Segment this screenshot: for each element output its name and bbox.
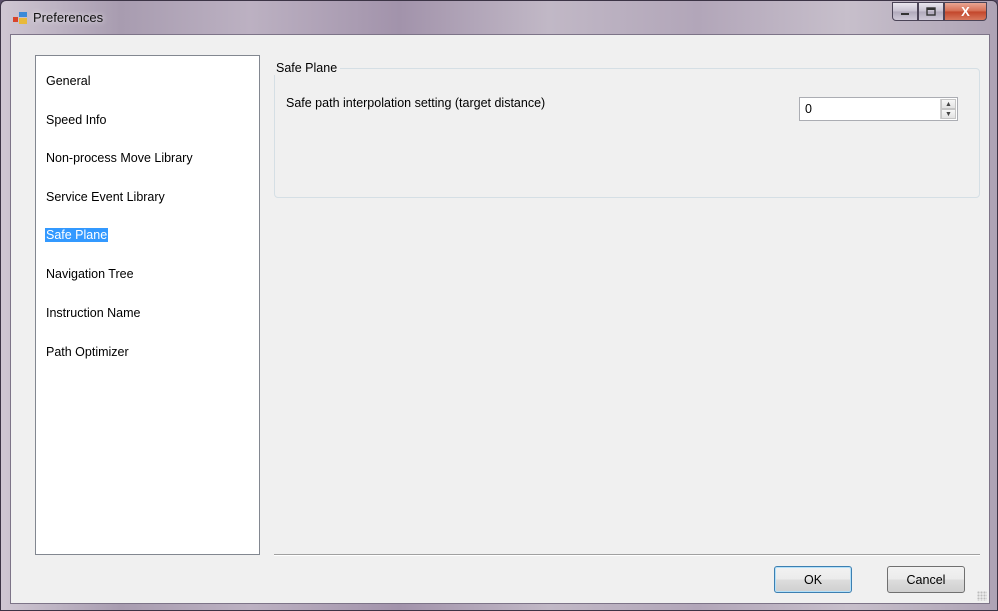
ok-button[interactable]: OK bbox=[774, 566, 852, 593]
stepper-value[interactable]: 0 bbox=[805, 102, 812, 116]
maximize-button[interactable] bbox=[918, 2, 944, 21]
stepper-spin-buttons: ▲ ▼ bbox=[940, 99, 956, 119]
sidebar-item-general[interactable]: General bbox=[45, 74, 91, 88]
preferences-category-list[interactable]: General Speed Info Non-process Move Libr… bbox=[35, 55, 260, 555]
title-bar[interactable]: Preferences X bbox=[1, 1, 997, 35]
dialog-client-area: General Speed Info Non-process Move Libr… bbox=[10, 34, 990, 604]
caption-buttons: X bbox=[892, 2, 987, 22]
close-icon: X bbox=[961, 4, 970, 19]
sidebar-item-speed-info[interactable]: Speed Info bbox=[45, 113, 107, 127]
sidebar-item-instruction-name[interactable]: Instruction Name bbox=[45, 306, 141, 320]
sidebar-item-safe-plane[interactable]: Safe Plane bbox=[45, 228, 109, 242]
minimize-icon bbox=[901, 12, 909, 15]
groupbox-title: Safe Plane bbox=[273, 61, 341, 75]
minimize-button[interactable] bbox=[892, 2, 918, 21]
safe-path-interpolation-label: Safe path interpolation setting (target … bbox=[286, 96, 546, 110]
sidebar-item-navigation-tree[interactable]: Navigation Tree bbox=[45, 267, 135, 281]
safe-plane-groupbox bbox=[274, 68, 980, 198]
resize-grip-icon[interactable] bbox=[977, 591, 987, 601]
arrow-down-icon: ▼ bbox=[945, 110, 952, 118]
decrement-button[interactable]: ▼ bbox=[941, 109, 956, 119]
sidebar-item-non-process-move-library[interactable]: Non-process Move Library bbox=[45, 151, 194, 165]
cancel-button[interactable]: Cancel bbox=[887, 566, 965, 593]
sidebar-item-service-event-library[interactable]: Service Event Library bbox=[45, 190, 166, 204]
safe-path-interpolation-stepper[interactable]: 0 ▲ ▼ bbox=[799, 97, 958, 121]
increment-button[interactable]: ▲ bbox=[941, 99, 956, 109]
footer-separator bbox=[274, 554, 980, 556]
arrow-up-icon: ▲ bbox=[945, 100, 952, 108]
preferences-app-icon bbox=[13, 12, 27, 24]
maximize-icon bbox=[926, 7, 936, 16]
window-title: Preferences bbox=[33, 10, 104, 25]
close-button[interactable]: X bbox=[944, 2, 987, 21]
sidebar-item-path-optimizer[interactable]: Path Optimizer bbox=[45, 345, 130, 359]
preferences-window: Preferences X General Speed Info Non-pro… bbox=[0, 0, 998, 611]
